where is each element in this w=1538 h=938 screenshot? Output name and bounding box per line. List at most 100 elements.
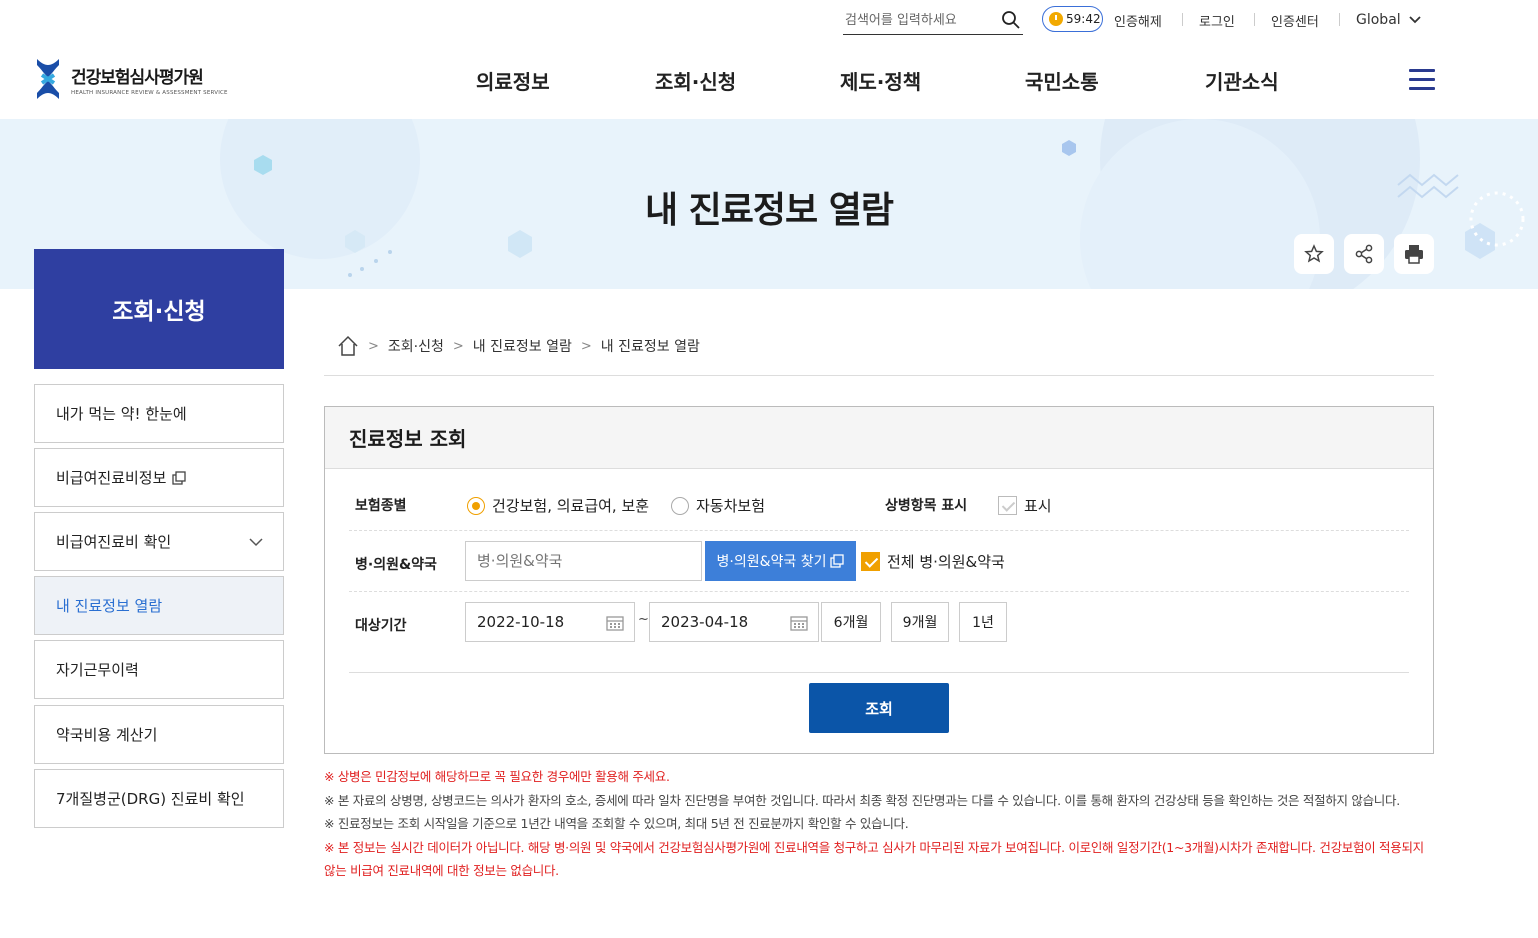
inquiry-form: 진료정보 조회 보험종별 건강보험, 의료급여, 보훈 자동차보험 상병항목 표… (324, 406, 1434, 754)
disease-display-label: 상병항목 표시 (885, 498, 968, 514)
notice-item: ※ 본 정보는 실시간 데이터가 아닙니다. 해당 병·의원 및 약국에서 건강… (324, 839, 1424, 879)
printer-icon (1405, 245, 1423, 264)
notice-list: ※ 상병은 민감정보에 해당하므로 꼭 필요한 경우에만 활용해 주세요. ※ … (324, 765, 1436, 883)
login-link[interactable]: 로그인 (1199, 11, 1235, 30)
checkbox-box (861, 552, 880, 571)
cert-center-link[interactable]: 인증센터 (1271, 11, 1319, 30)
chevron-down-icon (249, 538, 263, 547)
notice-item: ※ 진료정보는 조회 시작일을 기준으로 1년간 내역을 조회할 수 있으며, … (324, 816, 909, 831)
sidebar-item-noncovered-info[interactable]: 비급여진료비정보 (34, 448, 284, 507)
share-icon (1355, 244, 1373, 264)
radio-label: 자동차보험 (696, 497, 766, 515)
search-input[interactable] (843, 6, 993, 34)
chevron-down-icon (1409, 16, 1421, 24)
sidebar-item-my-medical-info[interactable]: 내 진료정보 열람 (34, 576, 284, 635)
sidebar-item-drg[interactable]: 7개질병군(DRG) 진료비 확인 (34, 769, 284, 828)
divider (349, 591, 1409, 592)
clock-icon (1049, 12, 1063, 26)
notice-item: ※ 상병은 민감정보에 해당하므로 꼭 필요한 경우에만 활용해 주세요. (324, 769, 670, 784)
radio-circle (671, 496, 689, 515)
breadcrumb-separator: > (368, 338, 379, 354)
external-link-icon (830, 554, 845, 568)
logo-name: 건강보험심사평가원 (71, 67, 204, 88)
gnb-medical-info[interactable]: 의료정보 (476, 66, 550, 95)
global-dropdown[interactable]: Global (1356, 12, 1421, 28)
all-hospital-checkbox[interactable]: 전체 병·의원&약국 (861, 551, 1005, 572)
site-logo[interactable]: 건강보험심사평가원 HEALTH INSURANCE REVIEW & ASSE… (33, 57, 228, 101)
breadcrumb-current: 내 진료정보 열람 (600, 339, 700, 355)
sidebar-item-noncovered-check[interactable]: 비급여진료비 확인 (34, 512, 284, 571)
radio-label: 건강보험, 의료급여, 보훈 (492, 497, 650, 515)
date-from-value: 2022-10-18 (477, 613, 565, 631)
divider (349, 530, 1409, 531)
breadcrumb-item[interactable]: 조회·신청 (388, 336, 444, 356)
period-6m-button[interactable]: 6개월 (821, 602, 881, 642)
sidebar-item-label: 비급여진료비정보 (56, 469, 167, 487)
date-range-separator: ~ (638, 612, 649, 627)
logout-cert-link[interactable]: 인증해제 (1114, 11, 1162, 30)
checkbox-label: 표시 (1024, 497, 1052, 515)
divider (1254, 13, 1255, 26)
sidebar-item-label: 약국비용 계산기 (56, 726, 158, 744)
submit-inquiry-button[interactable]: 조회 (809, 683, 949, 733)
sidebar-item-my-medicine[interactable]: 내가 먹는 약! 한눈에 (34, 384, 284, 443)
form-title: 진료정보 조회 (325, 407, 1433, 469)
breadcrumb-separator: > (452, 338, 464, 354)
insurance-type-label: 보험종별 (355, 498, 407, 514)
hospital-label: 병·의원&약국 (355, 557, 437, 573)
logo-subtitle: HEALTH INSURANCE REVIEW & ASSESSMENT SER… (71, 89, 228, 96)
search-box (843, 6, 1023, 35)
calendar-icon[interactable] (606, 615, 624, 631)
date-to-value: 2023-04-18 (661, 613, 749, 631)
breadcrumb-item[interactable]: 내 진료정보 열람 (473, 336, 572, 356)
divider (324, 375, 1434, 376)
calendar-icon[interactable] (790, 615, 808, 631)
sidebar-item-work-history[interactable]: 자기근무이력 (34, 640, 284, 699)
print-button[interactable] (1394, 234, 1434, 274)
star-icon (1304, 244, 1324, 263)
period-1y-button[interactable]: 1년 (959, 602, 1007, 642)
sidebar-item-label: 내 진료정보 열람 (56, 597, 163, 615)
logo-mark-icon (37, 59, 59, 99)
disease-display-checkbox[interactable]: 표시 (998, 495, 1052, 516)
period-9m-button[interactable]: 9개월 (891, 602, 949, 642)
radio-health-insurance[interactable]: 건강보험, 의료급여, 보훈 (467, 495, 649, 516)
timer-text: 59:42 (1066, 12, 1101, 26)
sidebar-item-pharmacy-calculator[interactable]: 약국비용 계산기 (34, 705, 284, 764)
gnb-news[interactable]: 기관소식 (1205, 66, 1279, 95)
favorite-button[interactable] (1294, 234, 1334, 274)
sidebar-item-label: 7개질병군(DRG) 진료비 확인 (56, 790, 245, 808)
date-to-input[interactable]: 2023-04-18 (649, 602, 819, 642)
hospital-input[interactable] (465, 541, 702, 581)
divider (1182, 13, 1183, 26)
sidebar-item-label: 내가 먹는 약! 한눈에 (56, 405, 187, 423)
external-link-icon (172, 470, 187, 485)
notice-item: ※ 본 자료의 상병명, 상병코드는 의사가 환자의 호소, 증세에 따라 일차… (324, 792, 1400, 808)
checkbox-label: 전체 병·의원&약국 (887, 553, 1005, 571)
breadcrumb-separator: > (580, 338, 592, 354)
sidebar-item-label: 비급여진료비 확인 (56, 533, 172, 551)
sidebar-title: 조회·신청 (34, 249, 284, 369)
divider (1339, 13, 1340, 26)
menu-icon[interactable] (1409, 69, 1435, 91)
divider (349, 672, 1409, 673)
home-icon[interactable] (337, 335, 359, 357)
share-button[interactable] (1344, 234, 1384, 274)
radio-circle (467, 496, 485, 515)
checkbox-box (998, 496, 1017, 515)
search-icon[interactable] (1001, 10, 1021, 30)
page-title: 내 진료정보 열람 (645, 190, 894, 231)
radio-car-insurance[interactable]: 자동차보험 (671, 495, 765, 516)
gnb-policy[interactable]: 제도·정책 (840, 66, 921, 95)
gnb-inquiry[interactable]: 조회·신청 (655, 66, 736, 95)
global-label: Global (1356, 12, 1401, 28)
gnb-communication[interactable]: 국민소통 (1025, 66, 1099, 95)
breadcrumb: > 조회·신청 > 내 진료정보 열람 > 내 진료정보 열람 (337, 335, 700, 357)
utility-bar: 59:42 인증해제 로그인 인증센터 Global (0, 0, 1538, 42)
date-from-input[interactable]: 2022-10-18 (465, 602, 635, 642)
find-hospital-button[interactable]: 병·의원&약국 찾기 (705, 541, 856, 581)
sidebar-item-label: 자기근무이력 (56, 661, 139, 679)
find-button-label: 병·의원&약국 찾기 (716, 554, 827, 570)
session-timer[interactable]: 59:42 (1042, 6, 1103, 32)
period-label: 대상기간 (355, 618, 407, 634)
